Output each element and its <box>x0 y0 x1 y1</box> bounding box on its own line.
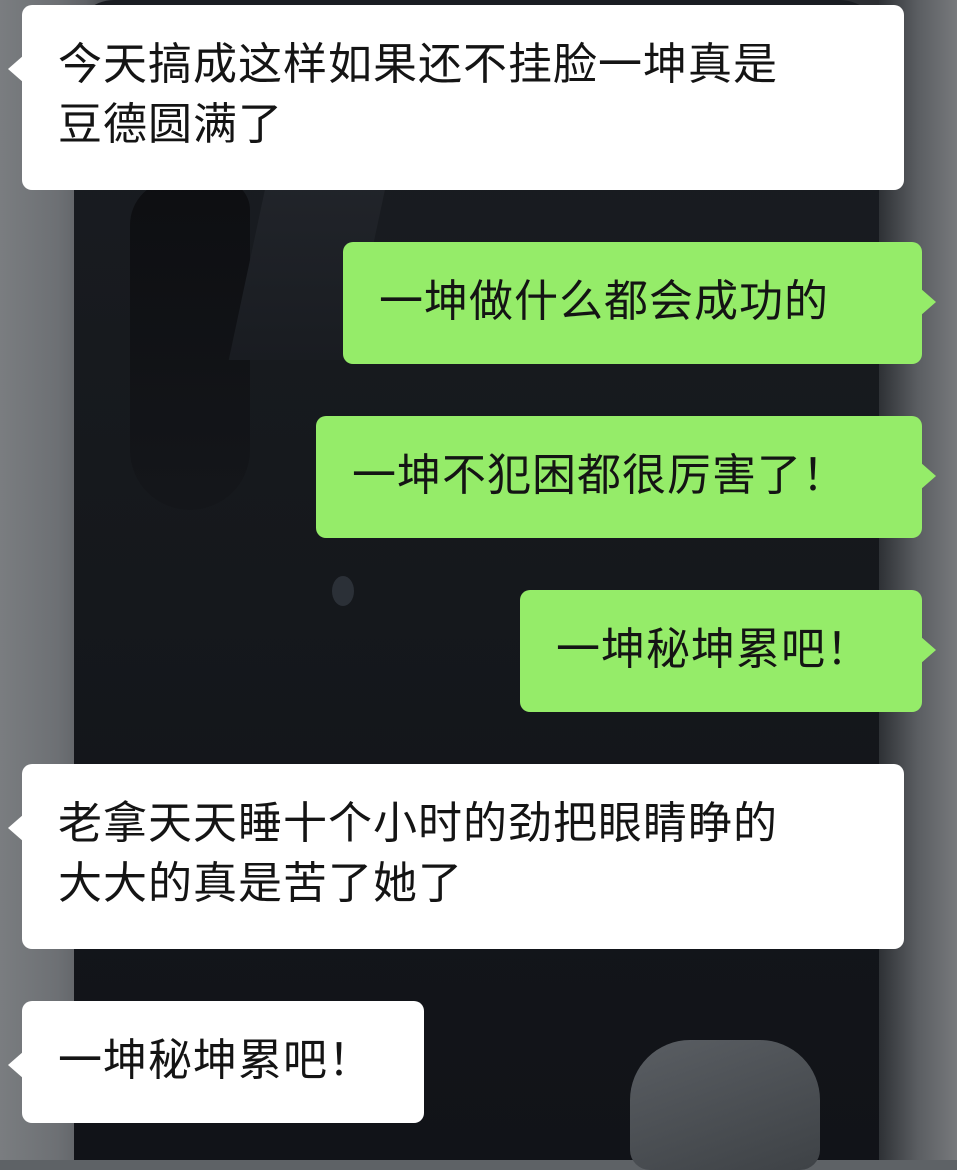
background-button <box>332 576 354 606</box>
message-text-line: 大大的真是苦了她了 <box>58 858 463 909</box>
message-text-line: 老拿天天睡十个小时的劲把眼睛睁的 <box>58 798 778 849</box>
message-text-line: 豆德圆满了 <box>58 99 283 150</box>
outgoing-message-bubble[interactable]: 一坤秘坤累吧！ <box>520 590 936 712</box>
message-text-line: 一坤秘坤累吧！ <box>556 624 871 675</box>
outgoing-message-bubble[interactable]: 一坤不犯困都很厉害了！ <box>316 416 936 538</box>
incoming-message-bubble[interactable]: 今天搞成这样如果还不挂脸一坤真是 豆德圆满了 <box>8 5 904 190</box>
background-hand <box>630 1040 820 1170</box>
message-text-line: 今天搞成这样如果还不挂脸一坤真是 <box>58 39 778 90</box>
message-text-line: 一坤秘坤累吧！ <box>58 1035 373 1086</box>
outgoing-message-bubble[interactable]: 一坤做什么都会成功的 <box>343 242 936 364</box>
message-text-line: 一坤不犯困都很厉害了！ <box>352 450 847 501</box>
incoming-message-bubble[interactable]: 老拿天天睡十个小时的劲把眼睛睁的 大大的真是苦了她了 <box>8 764 904 949</box>
message-text-line: 一坤做什么都会成功的 <box>379 276 829 327</box>
incoming-message-bubble[interactable]: 一坤秘坤累吧！ <box>8 1001 424 1123</box>
